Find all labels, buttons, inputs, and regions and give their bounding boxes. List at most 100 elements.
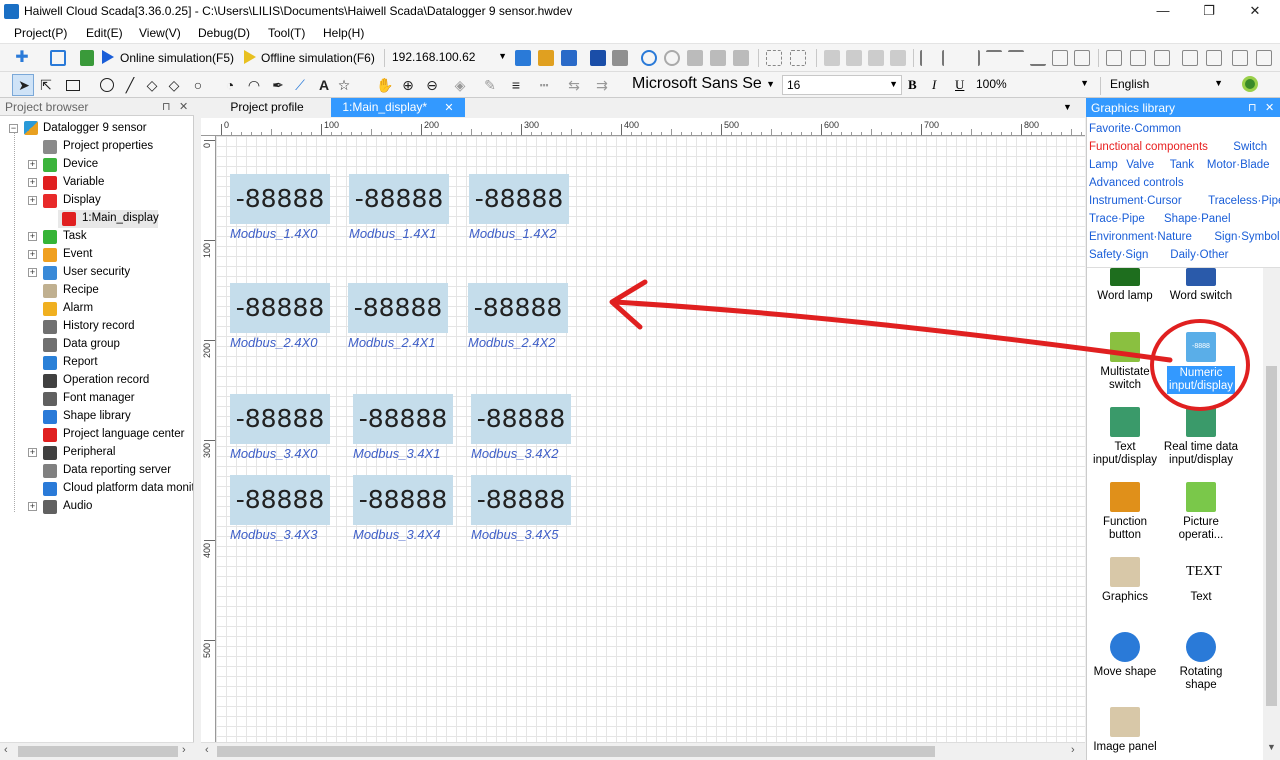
line-width-icon[interactable]: ≡ — [508, 77, 524, 93]
send-backward-icon[interactable] — [890, 50, 906, 66]
tree-item[interactable]: + Display — [0, 192, 193, 210]
numeric-display-widget[interactable]: -88888 — [468, 283, 568, 333]
expand-icon[interactable]: + — [28, 268, 37, 277]
library-item[interactable]: TEXT Text — [1163, 557, 1239, 604]
library-category[interactable]: Daily·Other — [1170, 249, 1228, 261]
tree-item[interactable]: Font manager — [0, 390, 193, 408]
library-item[interactable]: Picture operati... — [1163, 482, 1239, 542]
library-category[interactable]: Advanced controls — [1089, 177, 1184, 189]
menu-view[interactable]: View(V) — [139, 26, 181, 40]
tree-item[interactable]: + Device — [0, 156, 193, 174]
library-item[interactable]: Text input/display — [1087, 407, 1163, 467]
tree-item[interactable]: Project properties — [0, 138, 193, 156]
scroll-left-icon[interactable]: ‹ — [205, 744, 209, 756]
numeric-display-widget[interactable]: -88888 — [348, 283, 448, 333]
pen-tool-icon[interactable]: ✒ — [270, 77, 286, 93]
language-select[interactable]: English ▼ — [1106, 75, 1226, 95]
ungroup-icon[interactable] — [790, 50, 806, 66]
tab-main-display[interactable]: 1:Main_display* ✕ — [331, 98, 465, 117]
library-item[interactable]: Word lamp — [1087, 268, 1163, 303]
tree-root[interactable]: − Datalogger 9 sensor — [0, 120, 193, 138]
tree-item[interactable]: Operation record — [0, 372, 193, 390]
menu-project[interactable]: Project(P) — [14, 26, 67, 40]
close-panel-icon[interactable]: ✕ — [1265, 101, 1274, 114]
italic-button[interactable]: I — [932, 77, 936, 93]
expand-icon[interactable]: + — [28, 160, 37, 169]
menu-edit[interactable]: Edit(E) — [86, 26, 123, 40]
numeric-display-widget[interactable]: -88888 — [230, 394, 330, 444]
scroll-left-icon[interactable]: ‹ — [4, 744, 8, 756]
scroll-thumb[interactable] — [18, 746, 178, 757]
cut-icon[interactable] — [687, 50, 703, 66]
tree-item[interactable]: Recipe — [0, 282, 193, 300]
library-item[interactable]: -8888 Numeric input/display — [1163, 332, 1239, 394]
tree-item[interactable]: Cloud platform data monitor — [0, 480, 193, 498]
widget-variable-label[interactable]: Modbus_1.4X1 — [349, 226, 436, 241]
fill-color-icon[interactable]: ◈ — [452, 77, 468, 93]
widget-variable-label[interactable]: Modbus_1.4X0 — [230, 226, 317, 241]
design-canvas[interactable]: -88888 Modbus_1.4X0 -88888 Modbus_1.4X1 -888… — [216, 136, 1085, 742]
paste-icon[interactable] — [733, 50, 749, 66]
send-back-icon[interactable] — [846, 50, 862, 66]
layout-icon[interactable] — [1256, 50, 1272, 66]
group-icon[interactable] — [766, 50, 782, 66]
widget-variable-label[interactable]: Modbus_2.4X2 — [468, 335, 555, 350]
library-category[interactable]: Tank — [1170, 159, 1194, 171]
diamond-tool-icon[interactable]: ◇ — [166, 77, 182, 93]
bring-forward-icon[interactable] — [868, 50, 884, 66]
status-indicator-icon[interactable] — [1242, 76, 1258, 92]
tree-item[interactable]: History record — [0, 318, 193, 336]
scroll-down-icon[interactable]: ▼ — [1267, 742, 1276, 752]
numeric-display-widget[interactable]: -88888 — [471, 475, 571, 525]
library-item[interactable]: Image panel — [1087, 707, 1163, 754]
transfer-icon[interactable] — [561, 50, 577, 66]
library-category[interactable]: Lamp — [1089, 159, 1118, 171]
library-category[interactable]: Trace·Pipe — [1089, 213, 1145, 225]
tree-item[interactable]: + Event — [0, 246, 193, 264]
tree-item[interactable]: Report — [0, 354, 193, 372]
arrow-style-icon[interactable]: ⇆ — [566, 77, 582, 93]
numeric-display-widget[interactable]: -88888 — [469, 174, 569, 224]
library-item[interactable]: Move shape — [1087, 632, 1163, 679]
distribute-v-icon[interactable] — [1074, 50, 1090, 66]
scroll-right-icon[interactable]: › — [182, 744, 186, 756]
grid-icon[interactable] — [1182, 50, 1198, 66]
numeric-display-widget[interactable]: -88888 — [349, 174, 449, 224]
align-top-icon[interactable] — [986, 50, 1002, 66]
maximize-button[interactable]: ❐ — [1186, 0, 1232, 22]
screen-icon[interactable] — [612, 50, 628, 66]
expand-icon[interactable]: + — [28, 448, 37, 457]
expand-icon[interactable]: + — [28, 178, 37, 187]
scroll-thumb[interactable] — [1266, 366, 1277, 706]
library-category[interactable]: Motor·Blade — [1207, 159, 1270, 171]
line-tool-icon[interactable]: ╱ — [122, 77, 138, 93]
ip-address-select[interactable]: 192.168.100.62 ▼ — [388, 48, 510, 68]
offline-simulation-button[interactable]: Offline simulation(F6) — [261, 51, 375, 65]
tree-item[interactable]: Data group — [0, 336, 193, 354]
tree-item[interactable]: Shape library — [0, 408, 193, 426]
tree-item[interactable]: + User security — [0, 264, 193, 282]
tab-list-chevron-icon[interactable]: ▼ — [1063, 102, 1072, 112]
minimize-button[interactable]: — — [1140, 0, 1186, 22]
scroll-right-icon[interactable]: › — [1071, 744, 1075, 756]
pin-icon[interactable]: ⊓ — [162, 100, 171, 113]
align-center-icon[interactable] — [942, 50, 958, 66]
widget-variable-label[interactable]: Modbus_3.4X1 — [353, 446, 440, 461]
numeric-display-widget[interactable]: -88888 — [353, 475, 453, 525]
font-size-select[interactable]: 16 ▼ — [782, 75, 902, 95]
tree-item[interactable]: + Peripheral — [0, 444, 193, 462]
multi-select-icon[interactable]: ⇱ — [38, 77, 54, 93]
widget-variable-label[interactable]: Modbus_3.4X2 — [471, 446, 558, 461]
line-style-icon[interactable]: ┅ — [536, 77, 552, 93]
collapse-icon[interactable]: − — [9, 124, 18, 133]
menu-tool[interactable]: Tool(T) — [268, 26, 305, 40]
monitor-icon[interactable] — [590, 50, 606, 66]
tree-item[interactable]: + Variable — [0, 174, 193, 192]
pipe-tool-icon[interactable]: ⟋ — [292, 77, 308, 93]
library-category[interactable]: Instrument·Cursor — [1089, 195, 1182, 207]
circle-tool-icon[interactable] — [100, 78, 114, 92]
menu-debug[interactable]: Debug(D) — [198, 26, 250, 40]
bring-front-icon[interactable] — [824, 50, 840, 66]
copy-icon[interactable] — [710, 50, 726, 66]
pan-hand-icon[interactable]: ✋ — [376, 77, 393, 93]
